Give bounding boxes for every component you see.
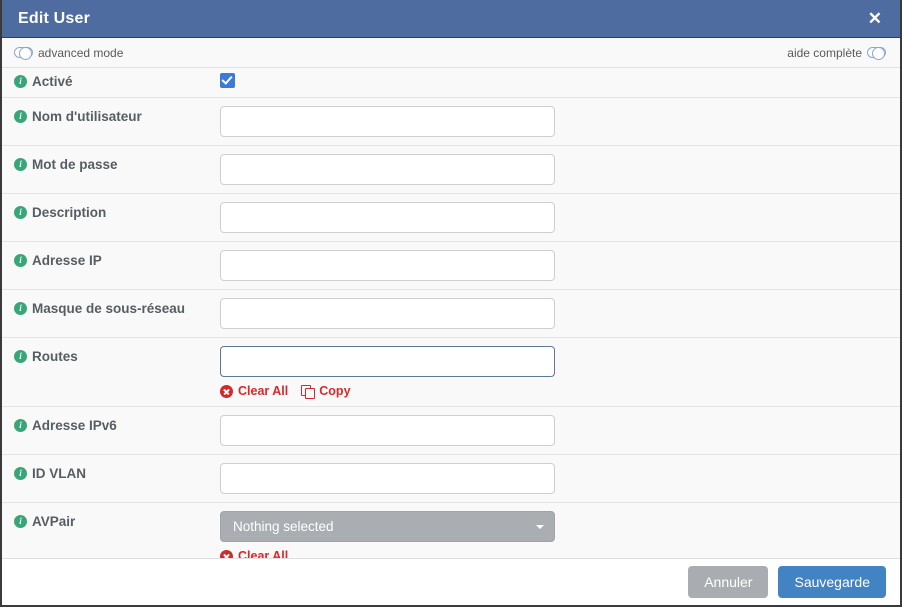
close-icon[interactable]: ✕ bbox=[864, 8, 886, 29]
field-label: Activé bbox=[32, 74, 73, 89]
toggle-switch-icon bbox=[14, 47, 33, 60]
page-title: Edit User bbox=[18, 9, 91, 27]
form-row-routes: i Routes Clear All Copy bbox=[2, 338, 900, 407]
toggle-switch-icon bbox=[867, 47, 886, 60]
info-icon[interactable]: i bbox=[14, 302, 27, 315]
field-cell bbox=[220, 407, 900, 454]
subnet-mask-input[interactable] bbox=[220, 298, 555, 329]
info-icon[interactable]: i bbox=[14, 206, 27, 219]
form-row-ip-address: i Adresse IP bbox=[2, 242, 900, 290]
field-label: Routes bbox=[32, 349, 78, 364]
routes-actions: Clear All Copy bbox=[220, 384, 900, 399]
mode-toggle-bar: advanced mode aide complète bbox=[2, 38, 900, 68]
field-cell: Clear All Copy bbox=[220, 338, 900, 406]
field-label: Adresse IPv6 bbox=[32, 418, 117, 433]
field-cell bbox=[220, 194, 900, 241]
form-row-description: i Description bbox=[2, 194, 900, 242]
clear-all-label: Clear All bbox=[238, 384, 289, 398]
username-input[interactable] bbox=[220, 106, 555, 137]
field-cell bbox=[220, 146, 900, 193]
dialog-footer: Annuler Sauvegarde bbox=[2, 558, 900, 605]
clear-icon bbox=[220, 385, 233, 398]
full-help-toggle[interactable]: aide complète bbox=[787, 46, 886, 60]
info-icon[interactable]: i bbox=[14, 515, 27, 528]
form-row-ipv6-address: i Adresse IPv6 bbox=[2, 407, 900, 455]
label-cell: i Activé bbox=[2, 68, 220, 89]
advanced-mode-label: advanced mode bbox=[38, 45, 124, 60]
vlan-id-input[interactable] bbox=[220, 463, 555, 494]
field-cell bbox=[220, 242, 900, 289]
field-cell bbox=[220, 290, 900, 337]
field-label: AVPair bbox=[32, 514, 76, 529]
label-cell: i Routes bbox=[2, 338, 220, 364]
chevron-down-icon bbox=[536, 524, 544, 529]
field-label: Nom d'utilisateur bbox=[32, 109, 142, 124]
label-cell: i Description bbox=[2, 194, 220, 220]
form-row-username: i Nom d'utilisateur bbox=[2, 98, 900, 146]
info-icon[interactable]: i bbox=[14, 110, 27, 123]
field-label: Adresse IP bbox=[32, 253, 102, 268]
routes-input[interactable] bbox=[220, 346, 555, 377]
field-cell bbox=[220, 68, 900, 97]
label-cell: i Nom d'utilisateur bbox=[2, 98, 220, 124]
ip-address-input[interactable] bbox=[220, 250, 555, 281]
info-icon[interactable]: i bbox=[14, 75, 27, 88]
cancel-button[interactable]: Annuler bbox=[688, 566, 769, 598]
info-icon[interactable]: i bbox=[14, 350, 27, 363]
form-row-subnet-mask: i Masque de sous-réseau bbox=[2, 290, 900, 338]
label-cell: i ID VLAN bbox=[2, 455, 220, 481]
label-cell: i AVPair bbox=[2, 503, 220, 529]
ipv6-address-input[interactable] bbox=[220, 415, 555, 446]
description-input[interactable] bbox=[220, 202, 555, 233]
info-icon[interactable]: i bbox=[14, 158, 27, 171]
label-cell: i Masque de sous-réseau bbox=[2, 290, 220, 316]
field-label: Masque de sous-réseau bbox=[32, 301, 186, 316]
routes-copy-button[interactable]: Copy bbox=[301, 384, 351, 399]
info-icon[interactable]: i bbox=[14, 467, 27, 480]
avpair-select[interactable]: Nothing selected bbox=[220, 511, 555, 542]
full-help-label: aide complète bbox=[787, 45, 862, 60]
edit-user-form: i Activé i Nom d'utilisateur i Mot de pa… bbox=[2, 68, 900, 572]
routes-clear-all-button[interactable]: Clear All bbox=[220, 385, 288, 398]
avpair-selected-value: Nothing selected bbox=[233, 519, 334, 534]
field-label: ID VLAN bbox=[32, 466, 86, 481]
info-icon[interactable]: i bbox=[14, 254, 27, 267]
label-cell: i Adresse IPv6 bbox=[2, 407, 220, 433]
info-icon[interactable]: i bbox=[14, 419, 27, 432]
copy-label: Copy bbox=[319, 384, 351, 398]
field-cell bbox=[220, 98, 900, 145]
password-input[interactable] bbox=[220, 154, 555, 185]
label-cell: i Mot de passe bbox=[2, 146, 220, 172]
edit-user-dialog: Edit User ✕ advanced mode aide complète … bbox=[0, 0, 902, 607]
save-button[interactable]: Sauvegarde bbox=[778, 566, 886, 598]
form-row-enabled: i Activé bbox=[2, 68, 900, 98]
enabled-checkbox[interactable] bbox=[220, 73, 235, 88]
field-label: Mot de passe bbox=[32, 157, 118, 172]
field-label: Description bbox=[32, 205, 107, 220]
field-cell bbox=[220, 455, 900, 502]
form-row-vlan-id: i ID VLAN bbox=[2, 455, 900, 503]
form-row-password: i Mot de passe bbox=[2, 146, 900, 194]
copy-icon bbox=[301, 385, 316, 399]
dialog-titlebar: Edit User ✕ bbox=[2, 0, 900, 38]
advanced-mode-toggle[interactable]: advanced mode bbox=[14, 46, 123, 60]
label-cell: i Adresse IP bbox=[2, 242, 220, 268]
